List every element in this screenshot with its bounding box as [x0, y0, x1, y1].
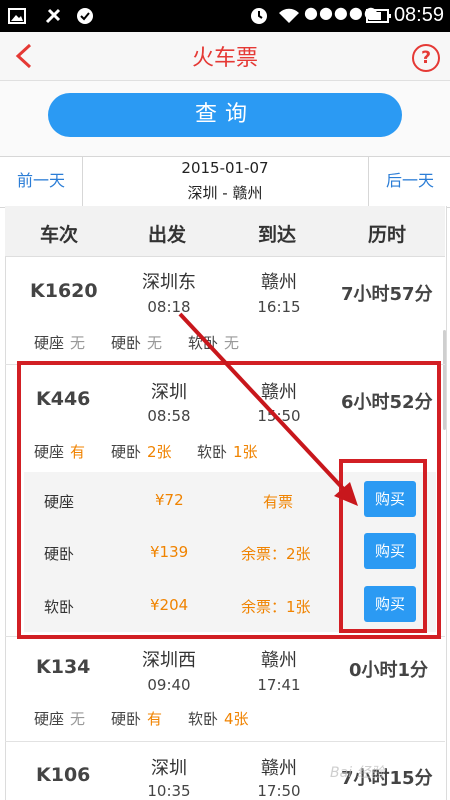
seat-hard-seat: 硬座无	[34, 710, 86, 728]
train-number[interactable]: K134	[36, 656, 90, 678]
tools-icon	[45, 8, 61, 24]
depart-time: 10:35	[147, 782, 191, 800]
train-number[interactable]: K1620	[30, 280, 98, 302]
image-icon	[8, 8, 26, 24]
column-duration: 历时	[368, 224, 407, 246]
watermark: Bai 经验	[330, 765, 385, 781]
travel-date: 2015-01-07	[181, 159, 269, 177]
seat-soft-sleeper: 软卧 4张	[188, 710, 249, 728]
depart-station: 深圳东	[142, 272, 196, 293]
travel-route: 深圳 - 赣州	[187, 184, 263, 202]
row-divider	[5, 741, 445, 742]
depart-station: 深圳西	[142, 650, 196, 671]
status-time: 08:59	[393, 4, 444, 26]
next-day-button[interactable]: 后一天	[368, 156, 450, 206]
arrive-station: 赣州	[261, 650, 297, 671]
column-arrive: 到达	[258, 224, 297, 246]
page-title: 火车票	[191, 46, 258, 71]
arrive-time: 16:15	[257, 298, 301, 316]
arrive-station: 赣州	[261, 758, 297, 779]
check-circle-icon	[77, 8, 93, 24]
seat-soft-sleeper: 软卧无	[188, 334, 240, 352]
clock-icon	[251, 8, 267, 24]
help-icon[interactable]: ?	[412, 44, 440, 72]
query-button[interactable]: 查询	[48, 93, 402, 137]
depart-station: 深圳	[151, 758, 187, 779]
depart-time: 09:40	[147, 676, 191, 694]
duration: 0小时1分	[349, 660, 429, 681]
wifi-icon	[279, 8, 299, 23]
column-depart: 出发	[148, 224, 187, 246]
status-bar: ●●●●● 08:59	[0, 0, 450, 32]
prev-day-button[interactable]: 前一天	[0, 156, 83, 206]
column-train-number: 车次	[40, 224, 79, 246]
battery-icon	[366, 9, 391, 23]
annotation-box-buy	[339, 459, 427, 633]
arrive-time: 17:41	[257, 676, 301, 694]
arrive-time: 17:50	[257, 782, 301, 800]
depart-time: 08:18	[147, 298, 191, 316]
seat-hard-sleeper: 硬卧有	[111, 710, 163, 728]
scrollbar[interactable]	[443, 330, 446, 430]
duration: 7小时57分	[341, 284, 433, 305]
arrive-station: 赣州	[261, 272, 297, 293]
seat-hard-sleeper: 硬卧无	[111, 334, 163, 352]
train-number[interactable]: K106	[36, 764, 90, 786]
seat-hard-seat: 硬座无	[34, 334, 86, 352]
